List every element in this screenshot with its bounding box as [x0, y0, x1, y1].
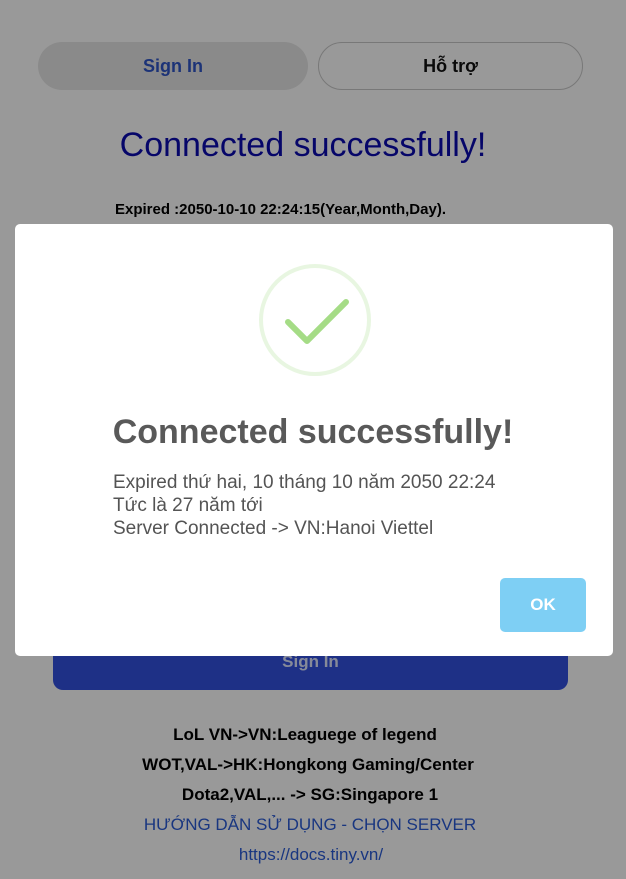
dialog-expiry-line: Expired thứ hai, 10 tháng 10 năm 2050 22…: [113, 472, 496, 493]
dialog-server-line: Server Connected -> VN:Hanoi Viettel: [113, 518, 434, 539]
dialog-message: Expired thứ hai, 10 tháng 10 năm 2050 22…: [113, 471, 583, 540]
success-check-icon: [259, 264, 371, 376]
checkmark-icon: [285, 299, 349, 344]
dialog-title: Connected successfully!: [112, 413, 514, 451]
ok-button[interactable]: OK: [500, 578, 586, 632]
success-dialog: Connected successfully! Expired thứ hai,…: [15, 224, 613, 656]
dialog-remaining-line: Tức là 27 năm tới: [113, 495, 263, 516]
